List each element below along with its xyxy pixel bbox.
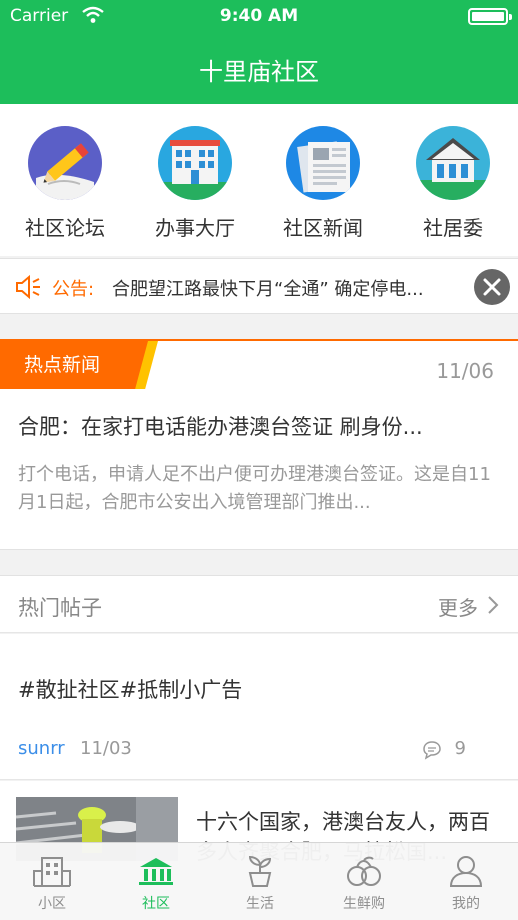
hot-posts-header: 热门帖子 更多	[0, 575, 518, 633]
quick-link-forum[interactable]: 社区论坛	[10, 126, 120, 241]
status-time: 9:40 AM	[219, 6, 299, 26]
plant-pot-icon	[248, 855, 272, 887]
page-title: 十里庙社区	[199, 58, 319, 86]
tab-life[interactable]: 生活	[208, 843, 312, 920]
status-bar: Carrier 9:40 AM	[0, 0, 518, 34]
comment-count: 9	[454, 738, 466, 759]
app-screen: Carrier 9:40 AM 十里庙社区 社区论坛 办事大厅 社区新闻 社居委…	[0, 0, 518, 920]
quick-link-label: 社居委	[423, 216, 483, 240]
tab-community[interactable]: 社区	[104, 843, 208, 920]
tab-label: 生活	[246, 896, 274, 912]
newspaper-icon	[286, 126, 360, 200]
news-date: 11/06	[436, 359, 494, 383]
chevron-right-icon[interactable]	[484, 594, 502, 616]
quick-link-committee[interactable]: 社居委	[398, 126, 508, 241]
battery-icon	[468, 8, 512, 25]
section-title: 热门帖子	[18, 596, 102, 620]
quick-link-label: 社区新闻	[283, 216, 363, 240]
pencil-icon	[28, 126, 102, 200]
comment-icon	[423, 741, 441, 760]
building-icon	[158, 126, 232, 200]
tab-label: 小区	[38, 896, 66, 912]
notice-text: 合肥望江路最快下月“全通” 确定停电...	[112, 279, 424, 300]
nav-header: Carrier 9:40 AM 十里庙社区	[0, 0, 518, 104]
civic-building-icon	[139, 858, 173, 885]
notice-tag: 公告:	[52, 279, 95, 300]
tab-community-home[interactable]: 小区	[0, 843, 104, 920]
post-author[interactable]: sunrr	[18, 738, 65, 759]
tab-mine[interactable]: 我的	[414, 843, 518, 920]
apartment-icon	[33, 857, 71, 887]
quick-link-label: 社区论坛	[25, 216, 105, 240]
quick-links: 社区论坛 办事大厅 社区新闻 社居委	[0, 104, 518, 256]
tab-label: 生鲜购	[343, 896, 385, 912]
speaker-icon	[16, 274, 40, 300]
close-icon[interactable]	[474, 269, 510, 305]
more-link[interactable]: 更多	[438, 592, 478, 621]
tab-label: 社区	[142, 896, 170, 912]
fruit-icon	[347, 856, 381, 886]
house-icon	[416, 126, 490, 200]
quick-link-news[interactable]: 社区新闻	[268, 126, 378, 241]
notice-bar[interactable]: 公告: 合肥望江路最快下月“全通” 确定停电...	[0, 258, 518, 314]
quick-link-label: 办事大厅	[155, 216, 235, 240]
post-title[interactable]: #散扯社区#抵制小广告	[18, 674, 242, 704]
hot-news-badge: 热点新闻	[0, 341, 140, 389]
quick-link-service-hall[interactable]: 办事大厅	[140, 126, 250, 241]
tab-bar: 小区 社区 生活 生鲜购 我的	[0, 842, 518, 920]
post-date: 11/03	[80, 738, 132, 759]
news-headline[interactable]: 合肥：在家打电话能办港澳台签证 刷身份...	[18, 411, 498, 441]
user-icon	[449, 856, 483, 887]
hot-news-card[interactable]: 热点新闻 11/06 合肥：在家打电话能办港澳台签证 刷身份... 打个电话，申…	[0, 339, 518, 550]
tab-fresh-shop[interactable]: 生鲜购	[312, 843, 416, 920]
post-item[interactable]: #散扯社区#抵制小广告 sunrr 11/03 9	[0, 634, 518, 780]
news-summary: 打个电话，申请人足不出户便可办理港澳台签证。这是自11月1日起，合肥市公安出入境…	[18, 464, 491, 513]
tab-label: 我的	[452, 896, 480, 912]
